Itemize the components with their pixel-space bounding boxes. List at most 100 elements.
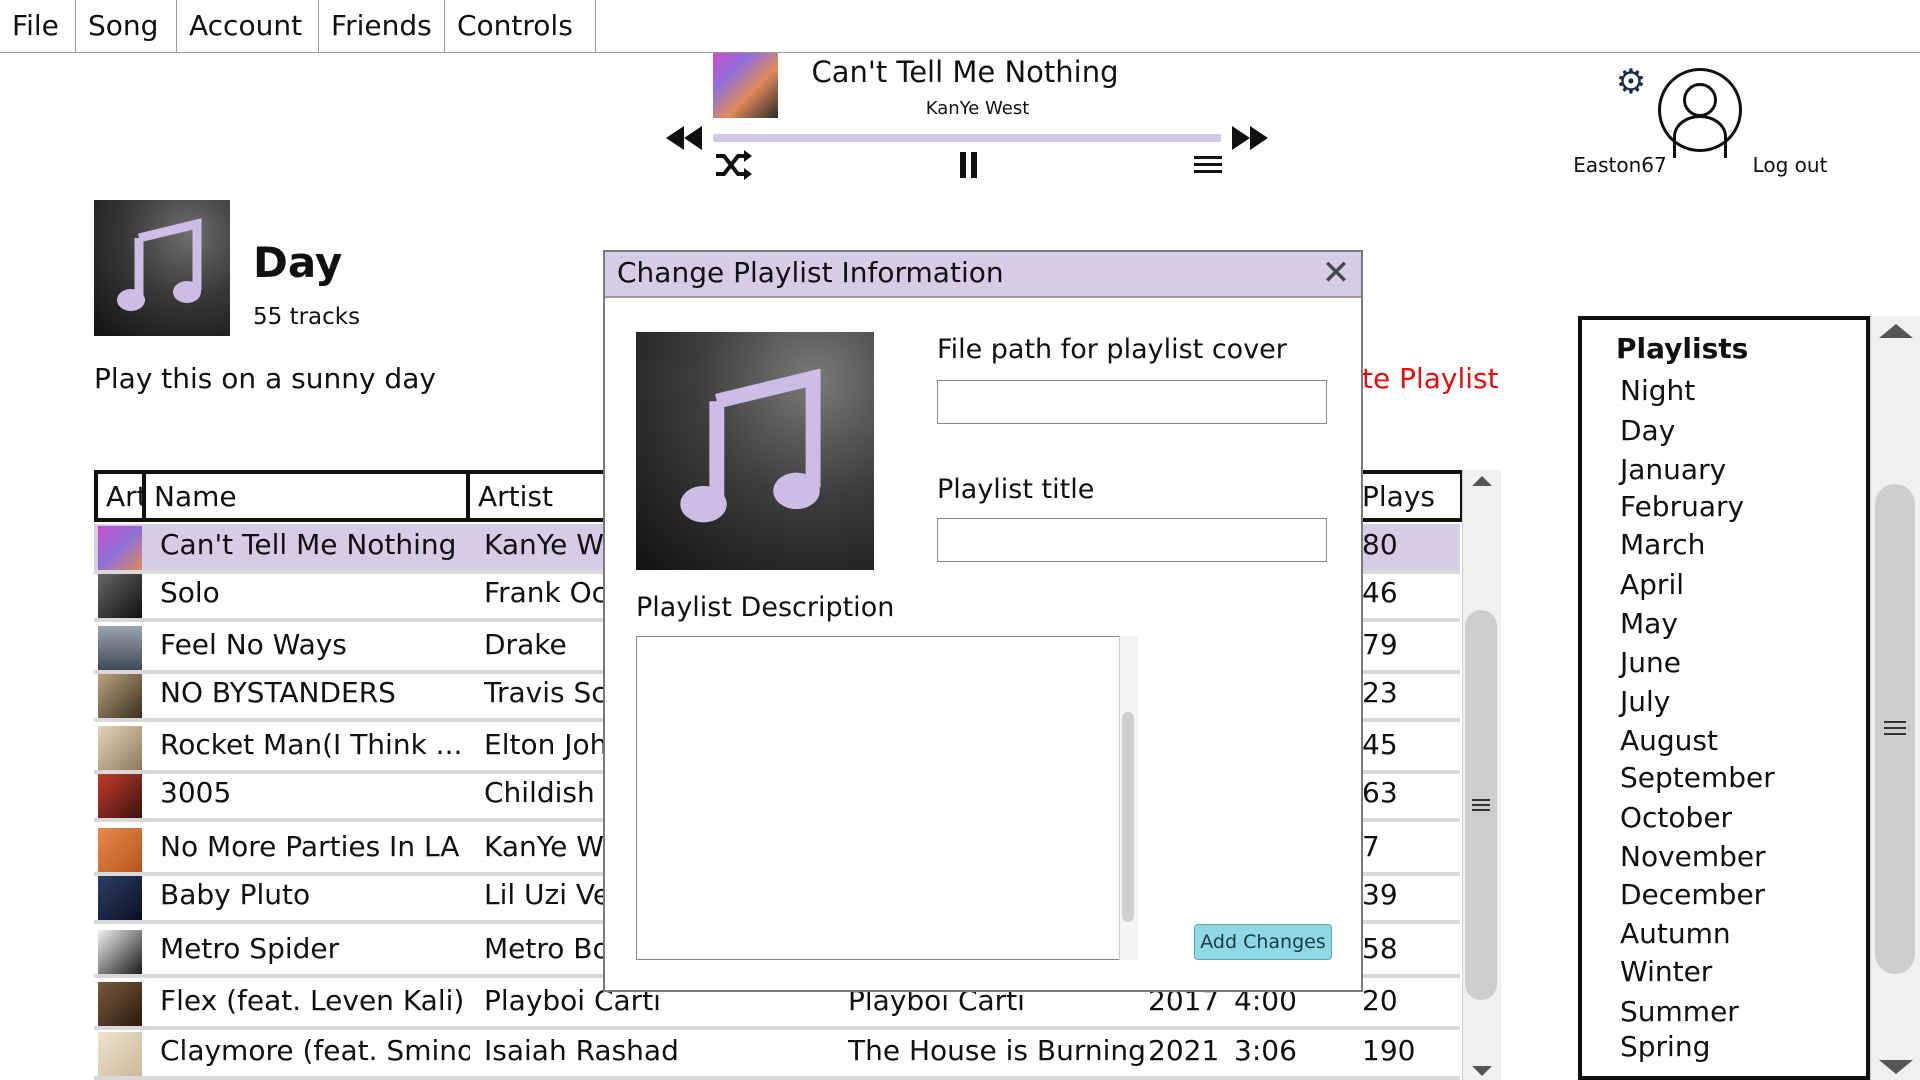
description-scroll-thumb[interactable] xyxy=(1122,712,1134,922)
playlist-track-count: 55 tracks xyxy=(253,304,361,330)
table-row[interactable]: Claymore (feat. Smino) Isaiah Rashad The H… xyxy=(94,1030,1460,1080)
sidebar-item-night[interactable]: Night xyxy=(1620,374,1695,407)
track-plays: 79 xyxy=(1362,628,1398,661)
sidebar-item-december[interactable]: December xyxy=(1620,878,1765,911)
change-playlist-dialog: Change Playlist Information ✕ File path … xyxy=(603,250,1363,992)
queue-icon[interactable] xyxy=(1194,154,1222,178)
track-name: Metro Spider xyxy=(160,932,340,965)
shuffle-icon[interactable] xyxy=(713,150,753,186)
track-plays: 63 xyxy=(1362,776,1398,809)
playlists-sidebar: Playlists Night Day January February March Ap… xyxy=(1578,316,1870,1080)
dialog-title: Change Playlist Information xyxy=(617,256,1004,289)
track-plays: 23 xyxy=(1362,676,1398,709)
column-header-art[interactable]: Art xyxy=(94,470,148,522)
track-plays: 80 xyxy=(1362,528,1398,561)
track-name: Feel No Ways xyxy=(160,628,347,661)
sidebar-item-july[interactable]: July xyxy=(1620,685,1670,718)
menu-file[interactable]: File xyxy=(0,0,76,52)
playlist-title-input[interactable] xyxy=(937,518,1327,562)
playlists-heading: Playlists xyxy=(1616,332,1749,365)
track-name: Can't Tell Me Nothing xyxy=(160,528,457,561)
now-playing-title: Can't Tell Me Nothing xyxy=(811,55,1119,89)
sidebar-item-may[interactable]: May xyxy=(1620,607,1678,640)
track-art xyxy=(98,982,142,1026)
menu-song[interactable]: Song xyxy=(76,0,177,52)
track-name: NO BYSTANDERS xyxy=(160,676,396,709)
sidebar-item-april[interactable]: April xyxy=(1620,568,1684,601)
playlist-title: Day xyxy=(253,238,343,287)
logout-link[interactable]: Log out xyxy=(1740,153,1840,177)
track-name: Rocket Man(I Think ... xyxy=(160,728,463,761)
sidebar-item-november[interactable]: November xyxy=(1620,840,1766,873)
sidebar-item-june[interactable]: June xyxy=(1620,646,1681,679)
menu-controls[interactable]: Controls xyxy=(445,0,596,52)
sidebar-item-autumn[interactable]: Autumn xyxy=(1620,917,1731,950)
pause-icon[interactable] xyxy=(958,150,980,180)
avatar-head xyxy=(1683,83,1717,117)
dialog-cover-preview xyxy=(636,332,874,570)
user-avatar-icon[interactable] xyxy=(1658,68,1742,158)
track-name: Baby Pluto xyxy=(160,878,311,911)
track-plays: 190 xyxy=(1362,1034,1416,1067)
file-path-label: File path for playlist cover xyxy=(937,334,1287,365)
avatar-body xyxy=(1673,115,1727,158)
playlists-scroll-thumb[interactable] xyxy=(1875,484,1915,974)
playlist-description-textarea[interactable] xyxy=(636,636,1130,960)
track-name: Claymore (feat. Smino) xyxy=(160,1034,470,1067)
track-art xyxy=(98,574,142,618)
track-artist: Isaiah Rashad xyxy=(484,1034,679,1067)
sidebar-item-winter[interactable]: Winter xyxy=(1620,955,1712,988)
track-art xyxy=(98,674,142,718)
sidebar-item-january[interactable]: January xyxy=(1620,453,1726,486)
menu-account[interactable]: Account xyxy=(177,0,319,52)
sidebar-item-february[interactable]: February xyxy=(1620,490,1744,523)
track-table-scroll-thumb[interactable] xyxy=(1465,610,1497,1000)
music-note-icon xyxy=(94,200,230,336)
sidebar-item-summer[interactable]: Summer xyxy=(1620,995,1739,1028)
sidebar-item-spring[interactable]: Spring xyxy=(1620,1030,1710,1063)
track-art xyxy=(98,828,142,872)
track-art xyxy=(98,726,142,770)
track-name: No More Parties In LA xyxy=(160,830,460,863)
now-playing-album-art xyxy=(713,53,778,118)
track-plays: 39 xyxy=(1362,878,1398,911)
progress-bar[interactable] xyxy=(713,134,1221,142)
track-plays: 20 xyxy=(1362,984,1398,1017)
previous-icon[interactable] xyxy=(664,124,704,154)
track-plays: 46 xyxy=(1362,576,1398,609)
track-art xyxy=(98,930,142,974)
track-art xyxy=(98,1032,142,1076)
column-header-plays[interactable]: Plays xyxy=(1354,470,1464,522)
playlist-description: Play this on a sunny day xyxy=(94,362,436,395)
track-art xyxy=(98,774,142,818)
sidebar-item-september[interactable]: September xyxy=(1620,761,1775,794)
delete-playlist-link[interactable]: te Playlist xyxy=(1362,362,1499,395)
sidebar-item-august[interactable]: August xyxy=(1620,724,1718,757)
menu-friends[interactable]: Friends xyxy=(319,0,445,52)
add-changes-button[interactable]: Add Changes xyxy=(1194,924,1332,960)
menu-bar: File Song Account Friends Controls xyxy=(0,0,1920,53)
track-year: 2021 xyxy=(1148,1034,1220,1067)
sidebar-item-march[interactable]: March xyxy=(1620,528,1705,561)
next-icon[interactable] xyxy=(1230,124,1270,154)
track-name: Solo xyxy=(160,576,220,609)
sidebar-item-october[interactable]: October xyxy=(1620,801,1732,834)
track-art xyxy=(98,876,142,920)
close-icon[interactable]: ✕ xyxy=(1317,254,1355,292)
playlist-cover xyxy=(94,200,230,336)
username: Easton67 xyxy=(1573,153,1667,177)
track-art xyxy=(98,526,142,570)
playlist-title-label: Playlist title xyxy=(937,474,1095,505)
track-name: 3005 xyxy=(160,776,232,809)
track-name: Flex (feat. Leven Kali) xyxy=(160,984,465,1017)
now-playing-artist: KanYe West xyxy=(925,98,1030,119)
track-plays: 58 xyxy=(1362,932,1398,965)
sidebar-item-day[interactable]: Day xyxy=(1620,414,1675,447)
track-plays: 45 xyxy=(1362,728,1398,761)
track-plays: 7 xyxy=(1362,830,1380,863)
gear-icon[interactable]: ⚙ xyxy=(1613,64,1649,100)
track-length: 3:06 xyxy=(1234,1034,1297,1067)
dialog-titlebar: Change Playlist Information ✕ xyxy=(605,252,1361,298)
column-header-name[interactable]: Name xyxy=(142,470,470,522)
file-path-input[interactable] xyxy=(937,380,1327,424)
